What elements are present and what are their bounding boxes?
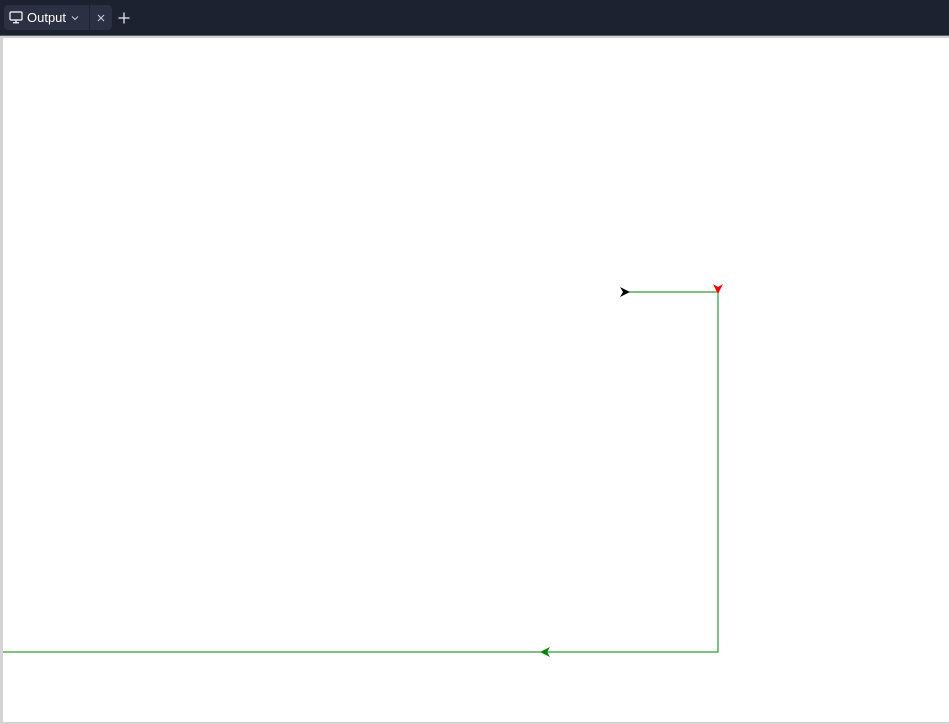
- title-bar: Output: [0, 0, 949, 35]
- monitor-icon: [9, 11, 27, 24]
- add-tab-button[interactable]: [113, 7, 135, 29]
- tab-output[interactable]: Output: [4, 5, 113, 30]
- turtle-path: [3, 291, 719, 653]
- tab-label: Output: [27, 10, 67, 25]
- turtle-drawing: [3, 284, 723, 657]
- output-canvas[interactable]: [3, 38, 949, 722]
- tab-output-selector[interactable]: Output: [4, 5, 89, 30]
- start-marker-icon: [620, 287, 630, 297]
- chevron-down-icon[interactable]: [71, 15, 83, 21]
- plus-icon: [118, 12, 130, 24]
- close-icon: [97, 14, 105, 22]
- close-tab-button[interactable]: [90, 5, 112, 30]
- output-panel: [0, 35, 949, 724]
